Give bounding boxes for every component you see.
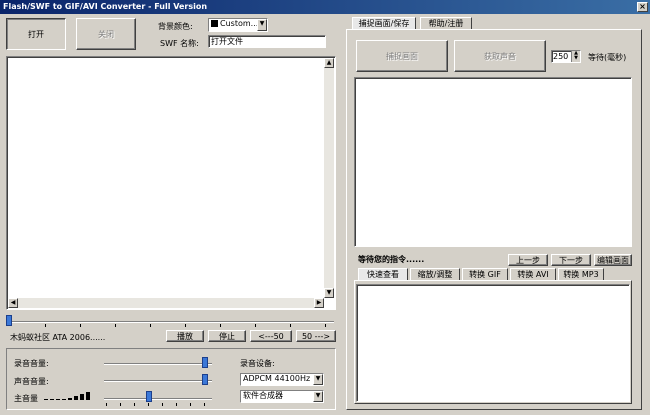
volume-tick: [134, 403, 135, 406]
sound-volume-label: 声音音量:: [14, 377, 49, 386]
bg-color-select[interactable]: Custom... ▼: [208, 18, 268, 32]
capture-frame-label: 捕捉画面: [386, 51, 418, 61]
bg-color-label: 背景颜色:: [158, 22, 193, 31]
play-button[interactable]: 播放: [166, 330, 204, 342]
tab-quick-view-label: 快速查看: [367, 270, 399, 279]
spin-button[interactable]: ▲ ▼: [571, 51, 580, 62]
frame-tick: [220, 324, 221, 327]
volume-tick: [148, 403, 149, 406]
volume-tick: [204, 403, 205, 406]
master-volume-label: 主音量: [14, 394, 38, 403]
capture-preview-area[interactable]: [354, 77, 632, 247]
get-sound-label: 获取声音: [484, 51, 516, 61]
preview-vertical-scrollbar[interactable]: ▲ ▼: [324, 58, 334, 298]
color-swatch: [211, 20, 218, 27]
forward-50-label: 50 --->: [301, 331, 331, 341]
forward-50-button[interactable]: 50 --->: [296, 330, 336, 342]
frame-tick: [185, 324, 186, 327]
record-device-select[interactable]: 软件合成器 ▼: [240, 390, 324, 403]
master-volume-thumb[interactable]: [146, 391, 152, 402]
frame-tick: [290, 324, 291, 327]
tab-zoom-adjust-label: 缩放/调整: [417, 270, 453, 279]
volume-tick: [162, 403, 163, 406]
sound-volume-thumb[interactable]: [202, 374, 208, 385]
capture-frame-button[interactable]: 捕捉画面: [356, 40, 448, 72]
stop-button[interactable]: 停止: [208, 330, 246, 342]
window-title: Flash/SWF to GIF/AVI Converter - Full Ve…: [3, 2, 208, 11]
scroll-up-icon[interactable]: ▲: [324, 58, 334, 68]
swf-name-value: 打开文件: [211, 37, 243, 46]
frame-slider-track[interactable]: [8, 321, 334, 323]
tab-convert-avi-label: 转换 AVI: [517, 270, 549, 279]
swf-name-field[interactable]: 打开文件: [208, 35, 326, 48]
edit-frame-label: 编辑画面: [597, 255, 629, 265]
play-label: 播放: [177, 331, 193, 341]
close-file-button-label: 关闭: [98, 29, 114, 39]
preview-highlight: [8, 58, 126, 296]
frame-tick: [150, 324, 151, 327]
waiting-status: 等待您的指令......: [358, 255, 425, 264]
tab-help-register-label: 帮助/注册: [428, 19, 464, 28]
frame-slider-thumb[interactable]: [6, 315, 12, 326]
window-close-button[interactable]: ×: [637, 2, 648, 12]
record-volume-track[interactable]: [104, 363, 212, 365]
record-device-label: 录音设备:: [240, 359, 275, 368]
tab-convert-avi[interactable]: 转换 AVI: [510, 268, 556, 280]
volume-tick: [106, 403, 107, 406]
next-step-button[interactable]: 下一步: [551, 254, 591, 266]
edit-frame-button[interactable]: 编辑画面: [594, 254, 632, 266]
chevron-down-icon[interactable]: ▼: [313, 391, 323, 402]
quick-view-area[interactable]: [356, 284, 630, 402]
scroll-right-icon[interactable]: ▶: [314, 298, 324, 308]
tab-convert-mp3[interactable]: 转换 MP3: [558, 268, 604, 280]
volume-tick: [176, 403, 177, 406]
stop-label: 停止: [219, 331, 235, 341]
frame-tick: [45, 324, 46, 327]
volume-level-icon: [44, 391, 92, 400]
scroll-down-icon[interactable]: ▼: [324, 288, 334, 298]
wait-ms-label: 等待(毫秒): [588, 53, 627, 62]
master-volume-track[interactable]: [104, 398, 212, 400]
sound-volume-track[interactable]: [104, 380, 212, 382]
get-sound-button[interactable]: 获取声音: [454, 40, 546, 72]
record-volume-label: 录音音量:: [14, 359, 49, 368]
tab-convert-gif[interactable]: 转换 GIF: [462, 268, 508, 280]
open-button[interactable]: 打开: [6, 18, 66, 50]
wait-ms-field[interactable]: 250 ▲ ▼: [551, 50, 581, 63]
frame-tick: [80, 324, 81, 327]
playback-status: 木蚂蚁社区 ATA 2006......: [10, 333, 106, 342]
title-bar: Flash/SWF to GIF/AVI Converter - Full Ve…: [0, 0, 650, 14]
tab-help-register[interactable]: 帮助/注册: [420, 17, 472, 29]
open-button-label: 打开: [28, 29, 44, 39]
prev-step-label: 上一步: [516, 255, 540, 265]
preview-horizontal-scrollbar[interactable]: ◀ ▶: [8, 298, 324, 308]
audio-format-value: ADPCM 44100Hz x1: [243, 374, 323, 383]
back-50-button[interactable]: <---50: [250, 330, 292, 342]
close-file-button[interactable]: 关闭: [76, 18, 136, 50]
tab-convert-gif-label: 转换 GIF: [469, 270, 501, 279]
record-device-value: 软件合成器: [243, 391, 283, 400]
record-volume-thumb[interactable]: [202, 357, 208, 368]
tab-capture-save-label: 捕捉画面/保存: [358, 19, 410, 28]
wait-ms-value: 250: [553, 52, 569, 61]
frame-tick: [115, 324, 116, 327]
tab-zoom-adjust[interactable]: 缩放/调整: [410, 268, 460, 280]
next-step-label: 下一步: [559, 255, 583, 265]
chevron-down-icon[interactable]: ▼: [313, 374, 323, 385]
tab-convert-mp3-label: 转换 MP3: [563, 270, 599, 279]
back-50-label: <---50: [258, 331, 284, 341]
bg-color-value: Custom...: [220, 19, 259, 28]
frame-tick: [325, 324, 326, 327]
scroll-left-icon[interactable]: ◀: [8, 298, 18, 308]
chevron-down-icon[interactable]: ▼: [257, 19, 267, 31]
audio-format-select[interactable]: ADPCM 44100Hz x1 ▼: [240, 373, 324, 386]
frame-tick: [255, 324, 256, 327]
volume-tick: [190, 403, 191, 406]
swf-name-label: SWF 名称:: [160, 39, 199, 48]
prev-step-button[interactable]: 上一步: [508, 254, 548, 266]
volume-tick: [120, 403, 121, 406]
